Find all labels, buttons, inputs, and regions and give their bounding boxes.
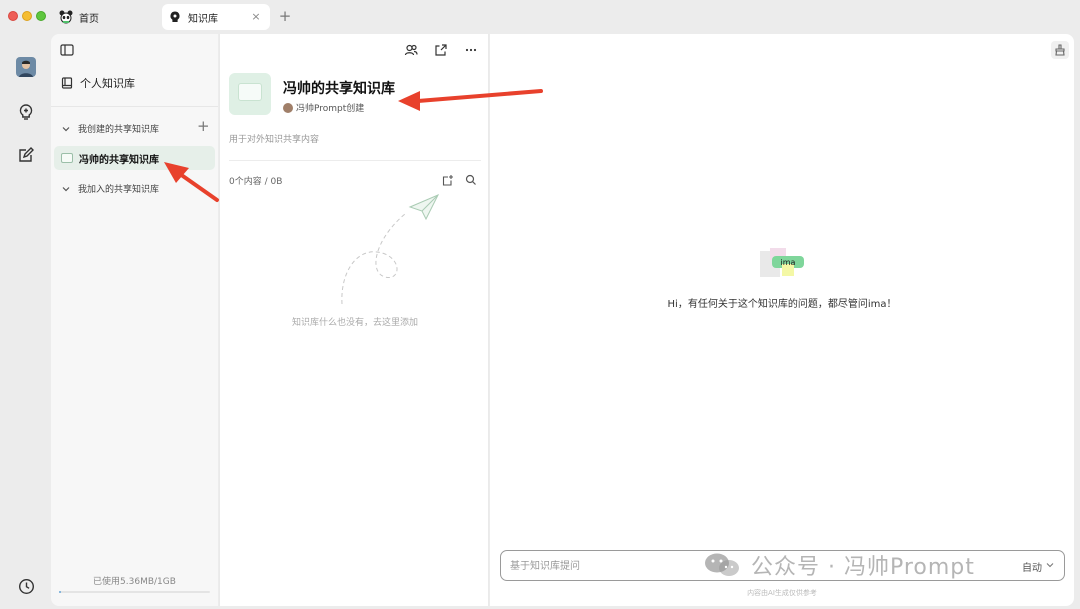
window-maximize-button[interactable] [36, 11, 46, 21]
storage-progress-bar [59, 591, 210, 593]
chat-greeting: Hi，有任何关于这个知识库的问题，都尽管问ima！ [667, 299, 897, 310]
divider [229, 160, 481, 161]
watermark: 公众号 · 冯帅Prompt [703, 549, 975, 581]
history-clock-icon[interactable] [15, 575, 37, 597]
search-icon[interactable] [463, 172, 479, 188]
tab-home[interactable]: 首页 [55, 4, 155, 30]
new-tab-button[interactable]: + [278, 9, 292, 24]
creator-label: 冯帅Prompt创建 [296, 104, 365, 114]
ima-logo: ima [760, 248, 806, 278]
kb-detail-panel: 冯帅的共享知识库 冯帅Prompt创建 用于对外知识共享内容 0个内容 / 0B… [219, 34, 489, 606]
kb-description: 用于对外知识共享内容 [229, 135, 320, 145]
watermark-text: 公众号 · 冯帅Prompt [751, 555, 975, 580]
storage-progress-fill [59, 591, 61, 593]
section-label: 我加入的共享知识库 [78, 185, 160, 195]
ai-disclaimer: 内容由AI生成仅供参考 [747, 589, 817, 597]
creator-avatar [283, 102, 293, 113]
more-icon[interactable] [463, 42, 479, 58]
chat-panel: ima Hi，有任何关于这个知识库的问题，都尽管问ima！ 自动 内容由AI生成… [490, 34, 1074, 606]
left-rail [0, 34, 51, 609]
tab-home-label: 首页 [79, 13, 99, 25]
panda-icon [59, 10, 73, 24]
storage-usage: 已使用5.36MB/1GB [93, 577, 176, 587]
sidebar-toggle-icon[interactable] [59, 42, 75, 58]
chevron-down-icon [62, 186, 70, 191]
empty-state-text: 知识库什么也没有，去这里添加 [291, 318, 418, 328]
edit-note-icon[interactable] [15, 144, 37, 166]
add-content-icon[interactable] [440, 172, 456, 188]
chevron-down-icon[interactable] [1046, 561, 1054, 569]
chevron-down-icon [62, 126, 70, 131]
close-icon[interactable]: × [250, 11, 262, 23]
section-created-kb[interactable]: 我创建的共享知识库 [61, 122, 159, 135]
members-icon[interactable] [403, 42, 419, 58]
kb-cover-image [229, 73, 271, 115]
window-minimize-button[interactable] [22, 11, 32, 21]
knowledge-bulb-icon[interactable] [15, 101, 37, 123]
section-joined-kb[interactable]: 我加入的共享知识库 [61, 182, 159, 195]
sidebar-item-label: 个人知识库 [80, 77, 135, 90]
sidebar-item-kb[interactable]: 冯帅的共享知识库 [54, 146, 215, 170]
paper-plane-illustration [341, 194, 440, 305]
sidebar-item-label: 冯帅的共享知识库 [79, 154, 159, 166]
kb-stats: 0个内容 / 0B [229, 177, 283, 187]
wechat-logo-icon [705, 553, 739, 576]
model-select[interactable]: 自动 [1022, 559, 1042, 574]
add-kb-button[interactable]: + [197, 119, 210, 134]
section-label: 我创建的共享知识库 [78, 125, 160, 135]
kb-icon [61, 153, 73, 163]
kb-title: 冯帅的共享知识库 [283, 81, 395, 97]
tab-knowledge-base[interactable]: 知识库 × [162, 4, 270, 30]
avatar[interactable] [15, 56, 37, 78]
sidebar: 个人知识库 我创建的共享知识库 + 冯帅的共享知识库 我加入的共享知识库 已使用… [51, 34, 218, 606]
book-icon [61, 77, 73, 89]
sidebar-item-personal-kb[interactable]: 个人知识库 [61, 75, 135, 91]
divider [51, 106, 218, 107]
title-bar: 首页 知识库 × + [0, 0, 1080, 34]
window-close-button[interactable] [8, 11, 18, 21]
tab-knowledge-base-label: 知识库 [188, 13, 218, 25]
kb-creator: 冯帅Prompt创建 [283, 101, 364, 114]
bulb-icon [168, 10, 182, 24]
svg-text:ima: ima [781, 258, 796, 267]
share-icon[interactable] [433, 42, 449, 58]
clear-broom-icon[interactable] [1051, 41, 1069, 59]
